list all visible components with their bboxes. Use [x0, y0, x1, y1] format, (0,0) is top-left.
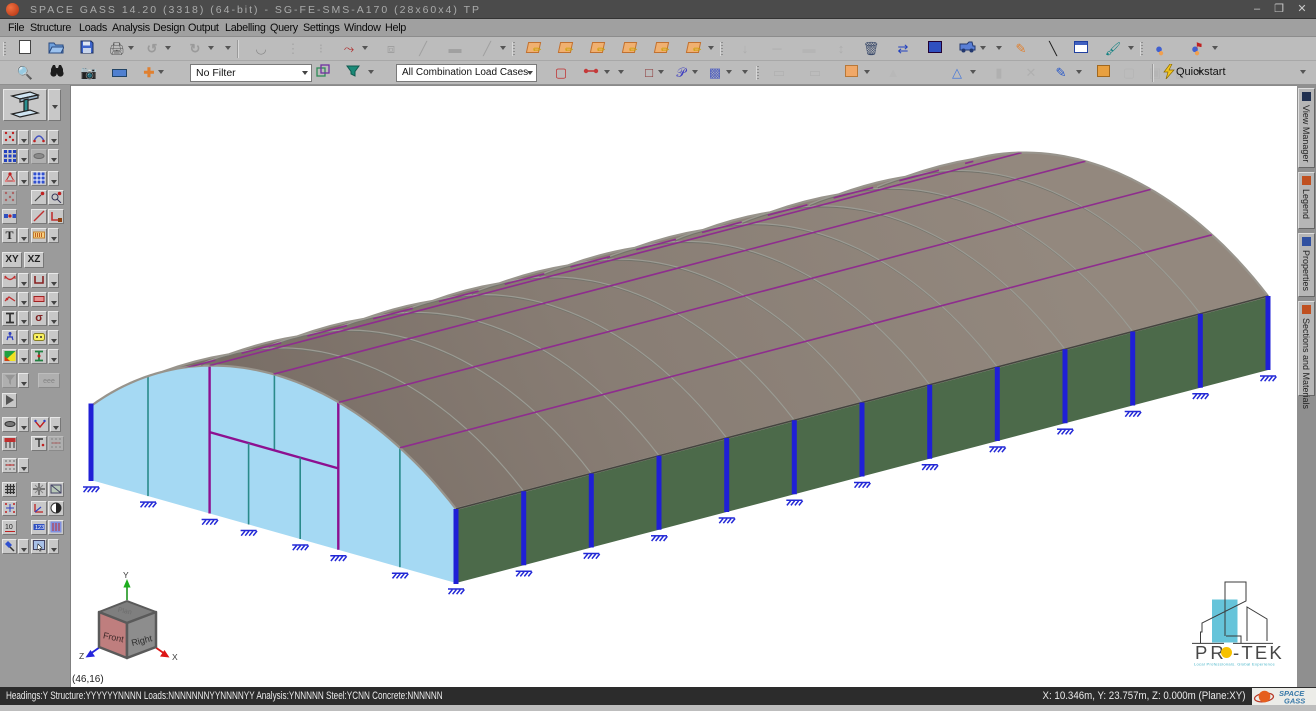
svg-text:Y: Y — [123, 570, 129, 580]
svg-text:123: 123 — [35, 525, 44, 531]
svg-text:X: X — [172, 652, 178, 662]
svg-text:Local Professionals. Global: Local Professionals. Global Experience — [1194, 662, 1275, 667]
svg-text:-TEK: -TEK — [1233, 642, 1284, 663]
svg-text:10: 10 — [5, 524, 13, 531]
svg-text:Z: Z — [79, 651, 84, 661]
svg-text:GASS: GASS — [1284, 697, 1305, 706]
